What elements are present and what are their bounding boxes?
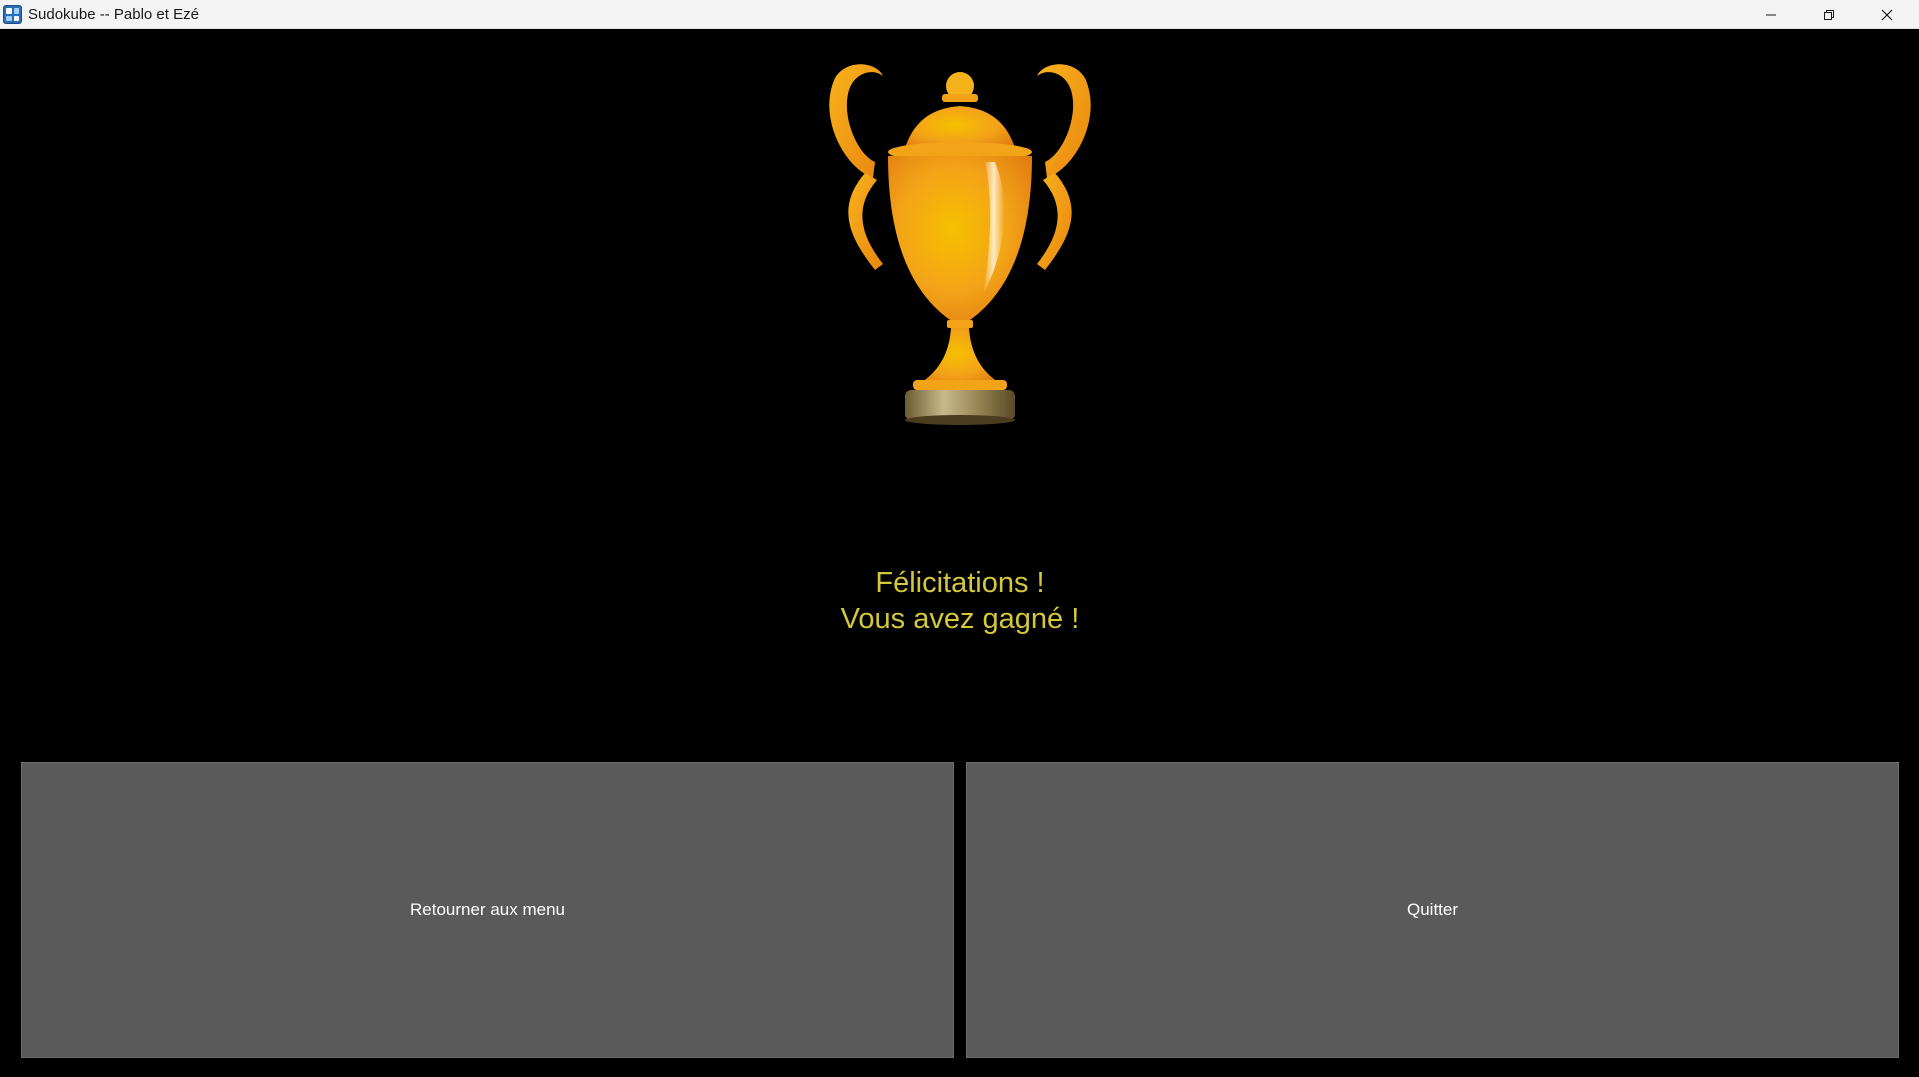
sudokube-app-icon [3,5,22,24]
minimize-button[interactable] [1742,0,1800,29]
trophy-icon [829,64,1091,425]
victory-message: Félicitations ! Vous avez gagné ! [660,565,1260,637]
title-bar[interactable]: Sudokube -- Pablo et Ezé [0,0,1919,29]
return-to-menu-button[interactable]: Retourner aux menu [21,762,954,1058]
minimize-icon [1766,14,1776,15]
congratulations-line: Félicitations ! [875,567,1045,599]
you-won-line: Vous avez gagné ! [840,603,1080,635]
close-button[interactable] [1858,0,1916,29]
quit-label: Quitter [1406,900,1459,919]
window-title: Sudokube -- Pablo et Ezé [28,6,199,23]
restore-icon [1824,9,1834,20]
restore-button[interactable] [1800,0,1858,29]
return-to-menu-label: Retourner aux menu [410,900,565,919]
close-icon [1881,9,1893,20]
quit-button[interactable]: Quitter [966,762,1899,1058]
app-window: Sudokube -- Pablo et Ezé Félicitations !… [0,0,1919,1077]
